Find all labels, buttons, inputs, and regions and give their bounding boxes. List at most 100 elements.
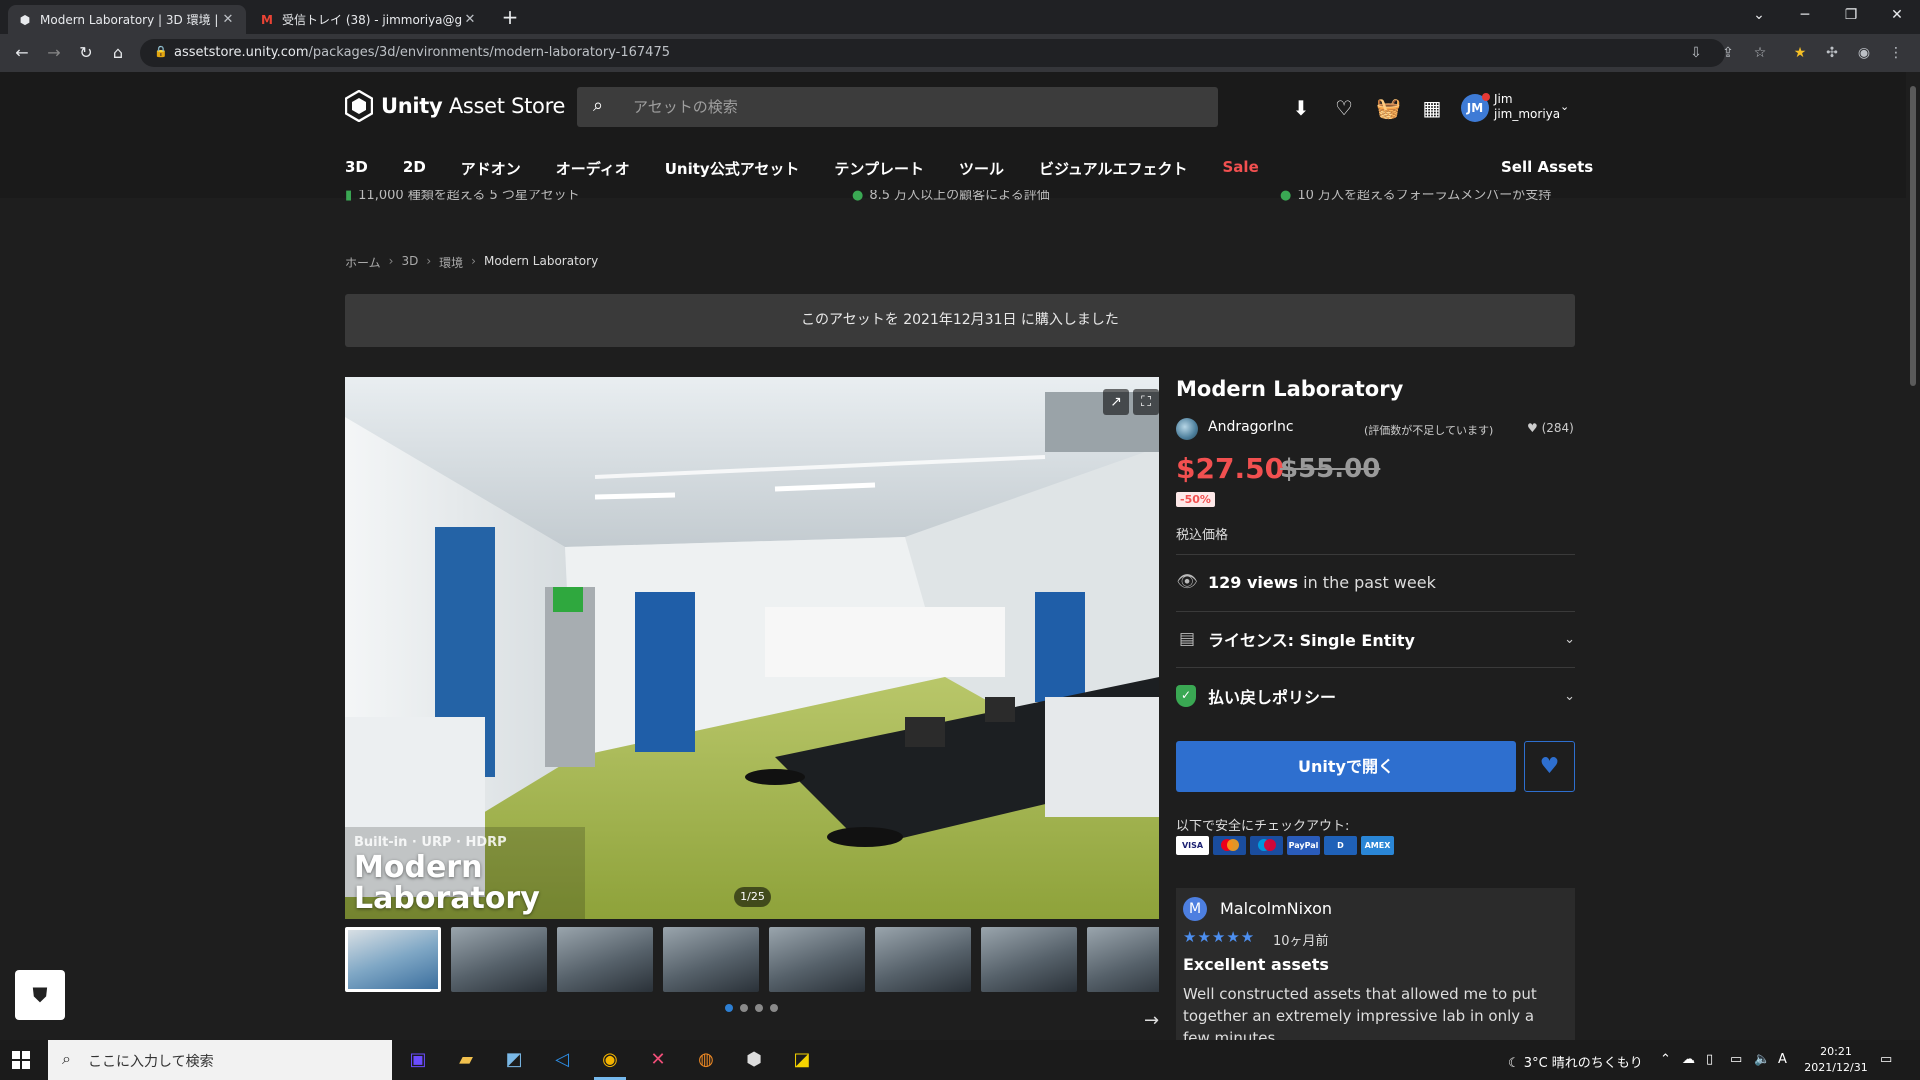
chevron-down-icon[interactable]: ⌄ [1564,632,1575,647]
reviewer-name[interactable]: MalcolmNixon [1220,899,1332,918]
bookmarks-extension-icon[interactable]: ★ [1789,42,1811,64]
add-to-wishlist-button[interactable]: ♥ [1524,741,1575,792]
pagination-dot[interactable] [770,1004,778,1012]
install-app-icon[interactable]: ⇩ [1685,42,1707,64]
minimize-icon[interactable]: ─ [1782,0,1828,30]
arrow-right-icon[interactable]: → [1144,1010,1159,1031]
close-tab-icon[interactable]: ✕ [462,12,478,27]
wishlist-heart-icon[interactable]: ♡ [1332,96,1356,120]
publisher-link[interactable]: AndragorInc [1208,419,1294,435]
favorite-count[interactable]: ♥ (284) [1527,421,1574,435]
vscode-icon[interactable]: ◁ [538,1040,586,1080]
nav-2d[interactable]: 2D [403,158,426,179]
profile-avatar-icon[interactable]: ◉ [1853,42,1875,64]
system-clock[interactable]: 20:21 2021/12/31 [1804,1044,1868,1076]
ime-indicator[interactable]: A [1778,1052,1787,1067]
publisher-avatar[interactable] [1176,418,1198,440]
nav-audio[interactable]: オーディオ [556,158,630,179]
nav-addons[interactable]: アドオン [461,158,521,179]
sell-assets-link[interactable]: Sell Assets [1501,158,1593,176]
xmind-icon[interactable]: ✕ [634,1040,682,1080]
amazon-music-icon[interactable]: ▣ [394,1040,442,1080]
fullscreen-icon[interactable]: ⛶ [1133,389,1159,415]
user-avatar[interactable]: JM [1461,93,1490,122]
nav-3d[interactable]: 3D [345,158,368,179]
share-icon[interactable]: ⇪ [1717,42,1739,64]
taskbar-search[interactable]: ⌕ ここに入力して検索 [48,1040,392,1080]
tab-unity-asset-store[interactable]: ⬢ Modern Laboratory | 3D 環境 | Unity Asse… [8,5,246,34]
chrome-icon[interactable]: ◉ [586,1040,634,1080]
search-input[interactable] [633,87,1193,127]
tab-title: Modern Laboratory | 3D 環境 | Unity Asset … [40,13,220,27]
unity-hub-icon[interactable]: ⬢ [730,1040,778,1080]
nav-tools[interactable]: ツール [959,158,1004,179]
breadcrumb-home[interactable]: ホーム [345,254,381,271]
back-icon[interactable]: ← [10,41,34,65]
blender-icon[interactable]: ◍ [682,1040,730,1080]
thumbnail[interactable] [345,927,441,992]
nav-sale[interactable]: Sale [1223,158,1259,179]
refund-policy-row[interactable]: ✓ 払い戻しポリシー ⌄ [1176,684,1575,708]
breadcrumb: ホーム › 3D › 環境 › Modern Laboratory [345,254,606,271]
gallery-counter: 1/25 [734,887,771,907]
tray-chevron-icon[interactable]: ⌃ [1660,1052,1671,1067]
sticky-notes-icon[interactable]: ◪ [778,1040,826,1080]
windows-start-icon[interactable] [12,1051,30,1069]
license-row[interactable]: ▤ ライセンス: Single Entity ⌄ [1176,627,1575,651]
cart-basket-icon[interactable]: 🧺 [1376,96,1401,120]
address-bar[interactable]: 🔒 assetstore.unity.com/packages/3d/envir… [140,39,1725,67]
nav-templates[interactable]: テンプレート [834,158,924,179]
onedrive-icon[interactable]: ☁ [1682,1052,1695,1067]
pagination-dot[interactable] [725,1004,733,1012]
security-shield-icon[interactable]: ⛊ [15,970,65,1020]
device-icon[interactable]: ▯ [1706,1052,1713,1067]
breadcrumb-environments[interactable]: 環境 [439,254,463,271]
weather-widget[interactable]: ☾ 3°C 晴れのちくもり [1508,1052,1643,1071]
nav-unity-official[interactable]: Unity公式アセット [665,158,800,179]
browser-menu-icon[interactable]: ⋮ [1885,42,1907,64]
breadcrumb-3d[interactable]: 3D [401,254,418,271]
thumbnail[interactable] [663,927,759,992]
thumbnail[interactable] [769,927,865,992]
thumbnail[interactable] [557,927,653,992]
scrollbar-thumb[interactable] [1910,86,1916,386]
pagination-dot[interactable] [740,1004,748,1012]
tab-search-icon[interactable]: ⌄ [1736,0,1782,30]
share-icon[interactable]: ↗ [1103,389,1129,415]
chevron-down-icon[interactable]: ⌄ [1564,689,1575,704]
close-tab-icon[interactable]: ✕ [220,12,236,27]
thumbnail[interactable] [1087,927,1159,992]
asset-search[interactable]: ⌕ [577,87,1218,127]
url-text: assetstore.unity.com/packages/3d/environ… [174,45,670,60]
divider [1176,667,1575,668]
lock-icon: 🔒 [154,45,168,58]
pagination-dot[interactable] [755,1004,763,1012]
network-icon[interactable]: ▭ [1730,1052,1742,1067]
chevron-down-icon[interactable]: ⌄ [1560,100,1569,113]
bookmark-star-icon[interactable]: ☆ [1749,42,1771,64]
file-explorer-icon[interactable]: ▰ [442,1040,490,1080]
product-hero-image[interactable]: Built-in · URP · HDRP Modern Laboratory … [345,377,1159,919]
notifications-icon[interactable]: ▭ [1880,1052,1892,1067]
home-icon[interactable]: ⌂ [106,41,130,65]
unity-asset-store-logo[interactable]: Unity Asset Store [345,90,565,122]
user-menu[interactable]: Jim jim_moriya [1494,92,1560,122]
downloads-icon[interactable]: ⬇ [1289,96,1313,120]
notepad-icon[interactable]: ◩ [490,1040,538,1080]
extensions-puzzle-icon[interactable]: ✣ [1821,42,1843,64]
apps-grid-icon[interactable]: ▦ [1420,96,1444,120]
thumbnail[interactable] [981,927,1077,992]
volume-icon[interactable]: 🔈 [1754,1052,1770,1067]
new-tab-button[interactable]: + [498,6,522,30]
page-scrollbar[interactable] [1906,72,1920,1040]
restore-icon[interactable]: ❐ [1828,0,1874,30]
nav-vfx[interactable]: ビジュアルエフェクト [1039,158,1188,179]
forward-icon[interactable]: → [42,41,66,65]
heart-icon: ♥ [1527,421,1538,435]
open-in-unity-button[interactable]: Unityで開く [1176,741,1516,792]
tab-gmail[interactable]: M 受信トレイ (38) - jimmoriya@gmail.com ✕ [250,5,488,34]
reload-icon[interactable]: ↻ [74,41,98,65]
thumbnail[interactable] [451,927,547,992]
close-window-icon[interactable]: ✕ [1874,0,1920,30]
thumbnail[interactable] [875,927,971,992]
